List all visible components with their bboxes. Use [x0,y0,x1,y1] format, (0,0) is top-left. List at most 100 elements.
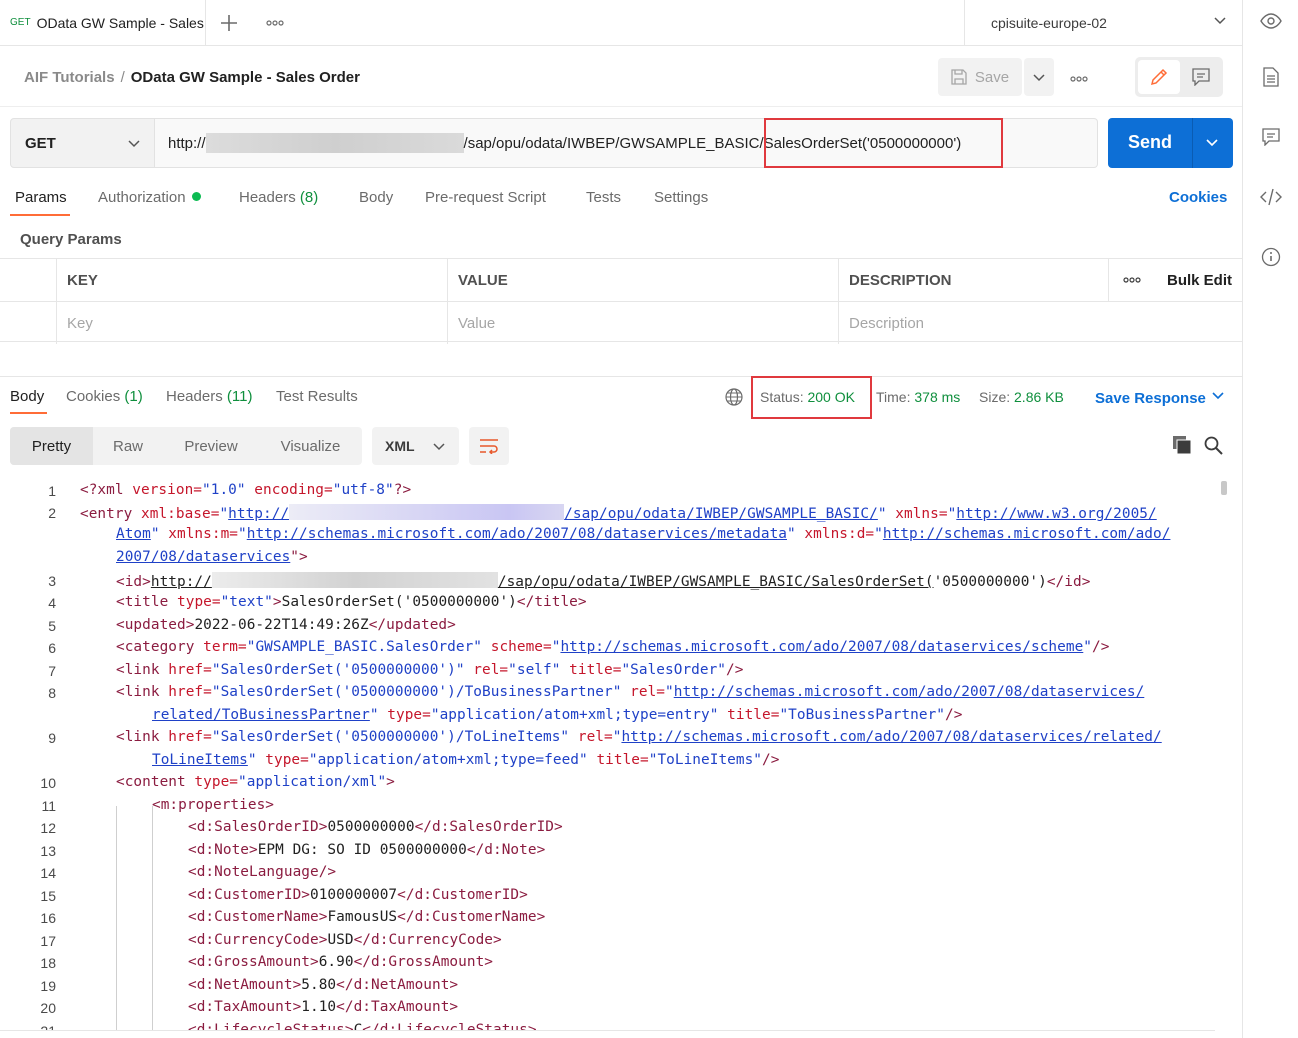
query-params-title: Query Params [20,231,122,248]
response-tab-test-results[interactable]: Test Results [276,388,358,405]
info-button[interactable] [1260,246,1282,268]
wrap-lines-button[interactable] [469,427,509,465]
xml-tag: <title [116,594,169,610]
info-icon [1261,247,1281,267]
save-response-button[interactable]: Save Response [1095,389,1224,407]
key-input[interactable]: Key [56,302,447,344]
save-label: Save [974,68,1010,86]
xml-tag: </d:TaxAmount> [336,999,459,1015]
code-line: <id>http:// /sap/opu/odata/IWBEP/GWSAMPLE… [116,572,1090,590]
environment-select[interactable]: cpisuite-europe-02 [964,0,1242,46]
line-number: 18 [40,955,56,971]
view-preview[interactable]: Preview [163,427,259,465]
tab-body[interactable]: Body [359,189,393,206]
code-text: 0500000000 [327,819,415,835]
code-line: <d:CustomerID>0100000007</d:CustomerID> [188,887,528,903]
tab-settings[interactable]: Settings [654,189,708,206]
environment-quick-look-button[interactable] [1260,10,1282,32]
code-link[interactable]: http://schemas.microsoft.com/ado/2007/08… [621,729,1161,745]
table-row: Key Value Description [0,301,1242,344]
response-tab-headers[interactable]: Headers (11) [166,388,252,405]
comment-mode-button[interactable] [1181,60,1221,94]
breadcrumb-request-name[interactable]: OData GW Sample - Sales Order [131,69,360,86]
copy-icon[interactable] [1172,435,1192,455]
view-raw[interactable]: Raw [93,427,163,465]
xml-attr: xmlns:m= [159,526,239,542]
code-link[interactable]: http://schemas.microsoft.com/ado/2007/08… [560,639,1083,655]
code-link[interactable]: http://www.w3.org/2005/ [956,506,1156,522]
response-tab-body[interactable]: Body [10,388,44,405]
code-snippet-button[interactable] [1260,186,1282,208]
method-label: GET [25,134,56,152]
value-input[interactable]: Value [447,302,838,344]
xml-quote: " [238,526,247,542]
code-line: <title type="text">SalesOrderSet('050000… [116,594,587,610]
response-body-editor[interactable]: 1 <?xml version="1.0" encoding="utf-8"?>… [0,479,1230,1031]
url-prefix: http:// [168,134,206,152]
xml-attr: title= [718,707,780,723]
tab-prerequest-script[interactable]: Pre-request Script [425,189,546,206]
description-input[interactable]: Description [838,302,1242,344]
request-tab[interactable]: GET OData GW Sample - Sales Order [0,0,206,46]
save-options-button[interactable] [1024,58,1054,96]
document-icon [1263,67,1279,87]
response-divider[interactable] [0,376,1242,377]
code-link[interactable]: http://schemas.microsoft.com/ado/2007/08… [674,684,1145,700]
chevron-down-icon [128,140,140,148]
xml-value: "application/xml" [238,774,387,790]
view-visualize[interactable]: Visualize [259,427,362,465]
code-link[interactable]: Atom [116,526,151,542]
save-button[interactable]: Save [938,58,1022,96]
tab-params[interactable]: Params [15,189,67,206]
more-actions-button[interactable] [1070,69,1088,85]
code-link[interactable]: related/ToBusinessPartner [152,707,370,723]
code-link[interactable]: http://schemas.microsoft.com/ado/ [883,526,1171,542]
xml-quote: " [150,526,160,542]
scrollbar-thumb[interactable] [1221,481,1227,495]
response-tab-cookies[interactable]: Cookies (1) [66,388,143,405]
code-link[interactable]: ToLineItems [152,752,248,768]
view-pretty[interactable]: Pretty [10,427,93,465]
xml-attr: href= [159,729,212,745]
globe-icon[interactable] [725,388,743,406]
cookies-link[interactable]: Cookies [1169,189,1227,206]
tab-headers[interactable]: Headers (8) [239,189,318,206]
code-link[interactable]: http://schemas.microsoft.com/ado/2007/08… [247,526,787,542]
new-tab-button[interactable] [206,0,252,46]
code-link[interactable]: 2007/08/dataservices [116,549,290,565]
xml-attr: title= [587,752,649,768]
size-metric[interactable]: Size: 2.86 KB [979,389,1064,405]
language-select[interactable]: XML [372,427,459,465]
line-number: 8 [48,685,56,701]
table-options-button[interactable] [1108,259,1154,301]
xml-attr: rel= [621,684,666,700]
send-button[interactable]: Send [1108,118,1233,168]
xml-attr: term= [194,639,247,655]
search-icon[interactable] [1204,436,1223,455]
tab-options-button[interactable] [252,0,298,46]
tab-tests[interactable]: Tests [586,189,621,206]
code-text: USD [327,932,354,948]
code-link[interactable]: http:// /sap/opu/odata/IWBEP/GWSAMPLE_BAS… [151,572,934,590]
line-number: 19 [40,978,56,994]
chevron-down-icon [433,443,445,451]
xml-quote: " [247,752,257,768]
method-select[interactable]: GET [10,118,155,168]
xml-tag: <?xml [80,482,124,498]
xml-tag: </d:SalesOrderID> [414,819,563,835]
bulk-edit-button[interactable]: Bulk Edit [1154,259,1242,301]
line-number: 20 [40,1000,56,1016]
tab-authorization-label: Authorization [98,189,186,206]
tab-authorization[interactable]: Authorization [98,189,201,206]
chevron-down-icon[interactable] [1206,136,1218,148]
xml-value: "application/atom+xml;type=entry" [430,707,719,723]
xml-quote: " [874,526,883,542]
time-metric[interactable]: Time: 378 ms [876,389,960,405]
comments-button[interactable] [1260,126,1282,148]
code-link[interactable]: http:// /sap/opu/odata/IWBEP/GWSAMPLE_BAS… [228,504,878,522]
documentation-button[interactable] [1260,66,1282,88]
wrap-lines-icon [480,439,498,454]
breadcrumb-separator: / [120,69,125,86]
breadcrumb-collection[interactable]: AIF Tutorials [24,69,115,86]
edit-mode-button[interactable] [1138,60,1180,94]
